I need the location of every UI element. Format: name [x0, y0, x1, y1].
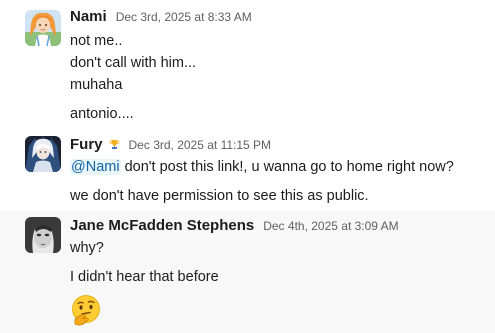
- message-feed: Nami Dec 3rd, 2025 at 8:33 AM not me.. d…: [0, 0, 495, 333]
- message-text-rest: don't post this link!, u wanna go to hom…: [120, 159, 454, 175]
- message-jane[interactable]: Jane McFadden Stephens Dec 4th, 2025 at …: [0, 210, 495, 333]
- message-fury[interactable]: Fury Dec 3rd, 2025 at 11:15 PM @Nami don…: [0, 128, 495, 210]
- message-text: @Nami don't post this link!, u wanna go …: [70, 157, 454, 177]
- message-text: antonio....: [70, 106, 134, 122]
- message-text: don't call with him...: [70, 55, 197, 71]
- message-text: I didn't hear that before: [70, 269, 219, 285]
- timestamp[interactable]: Dec 3rd, 2025 at 11:15 PM: [129, 138, 272, 152]
- author-name[interactable]: Fury: [70, 136, 103, 153]
- message-text: why?: [70, 240, 104, 256]
- timestamp[interactable]: Dec 3rd, 2025 at 8:33 AM: [116, 10, 252, 24]
- trophy-icon[interactable]: [109, 137, 120, 149]
- author-name[interactable]: Nami: [70, 8, 107, 25]
- timestamp[interactable]: Dec 4th, 2025 at 3:09 AM: [263, 219, 398, 233]
- user-mention[interactable]: @Nami: [70, 159, 121, 175]
- message-header: Fury Dec 3rd, 2025 at 11:15 PM: [70, 136, 271, 156]
- message-text: not me..: [70, 33, 123, 49]
- message-text: we don't have permission to see this as …: [70, 188, 369, 204]
- author-name[interactable]: Jane McFadden Stephens: [70, 217, 254, 234]
- message-nami[interactable]: Nami Dec 3rd, 2025 at 8:33 AM not me.. d…: [0, 0, 495, 128]
- message-text: muhaha: [70, 77, 123, 93]
- message-header: Jane McFadden Stephens Dec 4th, 2025 at …: [70, 217, 399, 237]
- jane-avatar[interactable]: [25, 217, 61, 253]
- nami-avatar[interactable]: [25, 10, 61, 46]
- message-header: Nami Dec 3rd, 2025 at 8:33 AM: [70, 8, 252, 28]
- thinking-face-emoji: [70, 294, 102, 326]
- fury-avatar[interactable]: [25, 136, 61, 172]
